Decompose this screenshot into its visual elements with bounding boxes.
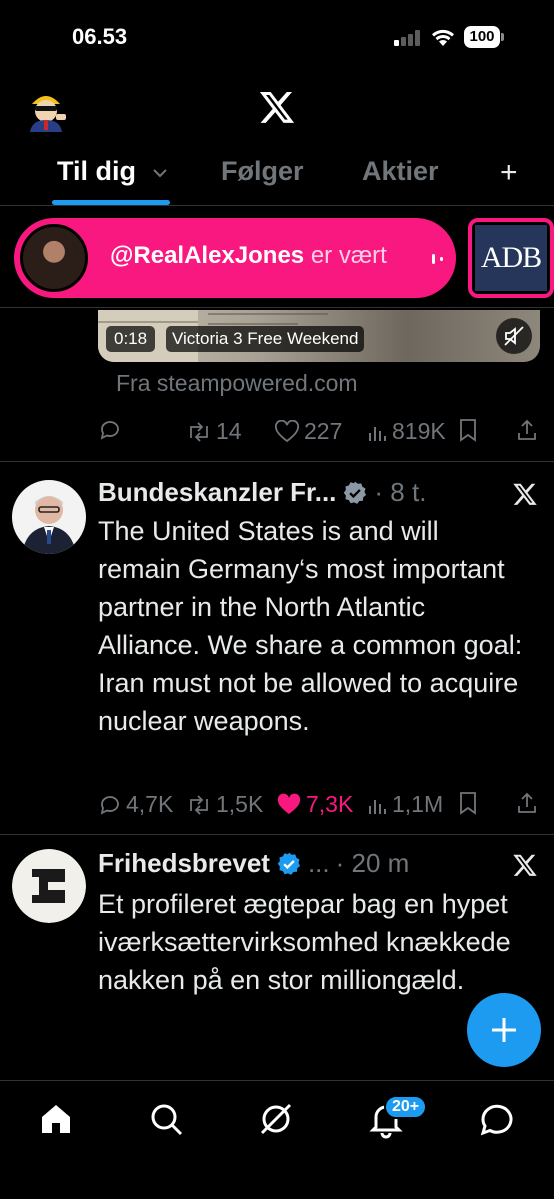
space-status: er vært [304,242,387,269]
like-count: 227 [304,418,343,444]
nav-home[interactable] [36,1099,76,1139]
tab-til-dig[interactable]: Til dig [57,156,168,187]
profile-avatar-icon[interactable] [22,86,70,134]
handle-ellipsis: ... [307,848,330,878]
link-source[interactable]: Fra steampowered.com [116,370,358,397]
plus-icon [492,1018,516,1042]
live-space-pill[interactable]: @RealAlexJones er vært [14,218,456,298]
battery-level: 100 [464,26,500,48]
views-button[interactable]: 819K [368,418,446,445]
x-source-icon [513,854,537,876]
repost-icon [190,421,208,442]
repost-count: 14 [216,418,242,444]
space-host: @RealAlexJones [110,242,305,269]
bookmark-button[interactable] [458,418,478,442]
adb-logo: ADB [475,225,547,291]
post-actions: 14 227 819K [0,418,554,458]
author-name[interactable]: Bundeskanzler Fr... [98,477,336,508]
video-duration: 0:18 [106,326,156,352]
repost-count: 1,5K [216,791,264,817]
like-button[interactable]: 227 [274,418,342,445]
video-title: Victoria 3 Free Weekend [166,326,365,352]
post-header: Frihedsbrevet ... · 20 m [98,848,409,879]
like-button[interactable]: 7,3K [276,791,353,818]
verified-badge-icon [277,852,301,875]
nav-messages[interactable] [477,1099,517,1139]
nav-grok[interactable] [256,1099,296,1139]
share-button[interactable] [516,418,538,442]
tab-aktier[interactable]: Aktier [362,156,439,187]
top-header [0,70,554,145]
post-text: Et profileret ægtepar bag en hypet iværk… [98,889,511,995]
grok-icon [260,1103,292,1135]
views-icon [369,426,386,441]
nav-search[interactable] [146,1099,186,1139]
notification-badge: 20+ [384,1095,428,1119]
home-icon [42,1105,70,1133]
share-icon [518,792,536,813]
bookmark-icon [460,419,476,442]
heart-icon [275,419,299,442]
author-name[interactable]: Frihedsbrevet [98,848,270,879]
status-time: 06.53 [72,24,128,49]
add-tab-icon[interactable]: + [500,156,518,190]
x-logo-icon[interactable] [258,88,296,126]
wifi-icon [432,29,454,46]
cellular-signal-icon [394,30,422,46]
chevron-down-icon [152,169,167,178]
space-host-avatar [20,224,88,292]
x-source-icon [513,483,537,505]
bookmark-icon [460,792,476,815]
post-time: · 20 m [335,848,410,878]
status-bar: 06.53 100 [0,0,554,70]
audio-wave-icon [432,254,443,264]
author-avatar[interactable] [12,480,86,554]
share-icon [518,419,536,440]
views-icon [369,799,386,814]
repost-button[interactable]: 1,5K [186,791,263,818]
post-actions: 4,7K 1,5K 7,3K 1,1M [0,791,554,831]
reply-button[interactable] [98,418,122,442]
tab-folger[interactable]: Følger [221,156,304,187]
reply-button[interactable]: 4,7K [98,791,173,818]
verified-badge-icon [344,481,367,504]
repost-icon [190,794,208,815]
tab-label: Til dig [57,156,136,186]
reply-count: 4,7K [126,791,174,817]
speaker-muted-icon [504,326,524,346]
heart-filled-icon [277,793,301,814]
reply-icon [100,795,119,815]
post[interactable]: Bundeskanzler Fr... · 8 t. The United St… [0,462,554,834]
messages-icon [480,1104,513,1136]
spaces-bar: @RealAlexJones er vært ADB [0,212,554,308]
active-tab-indicator [52,200,170,205]
bookmark-button[interactable] [458,791,478,815]
search-icon [151,1104,183,1136]
share-button[interactable] [516,791,538,815]
view-count: 819K [392,418,446,444]
live-space-card-adb[interactable]: ADB [468,218,554,298]
post-text: The United States is and will remain Ger… [98,516,523,736]
views-button[interactable]: 1,1M [368,791,443,818]
view-count: 1,1M [392,791,444,817]
mute-button[interactable] [496,318,532,354]
space-title: @RealAlexJones er vært [110,242,387,270]
author-avatar[interactable] [12,849,86,923]
post-header: Bundeskanzler Fr... · 8 t. [98,477,426,508]
compose-post-button[interactable] [467,993,541,1067]
video-preview[interactable]: 0:18 Victoria 3 Free Weekend [98,310,540,362]
battery-icon: 100 [464,26,504,48]
reply-icon [100,421,119,440]
post-time: · 8 t. [374,477,427,507]
bottom-nav: 20+ [0,1080,554,1199]
repost-button[interactable]: 14 [186,418,242,445]
feed-tabs: Til dig Følger Aktier + [0,148,554,206]
like-count: 7,3K [306,791,354,817]
